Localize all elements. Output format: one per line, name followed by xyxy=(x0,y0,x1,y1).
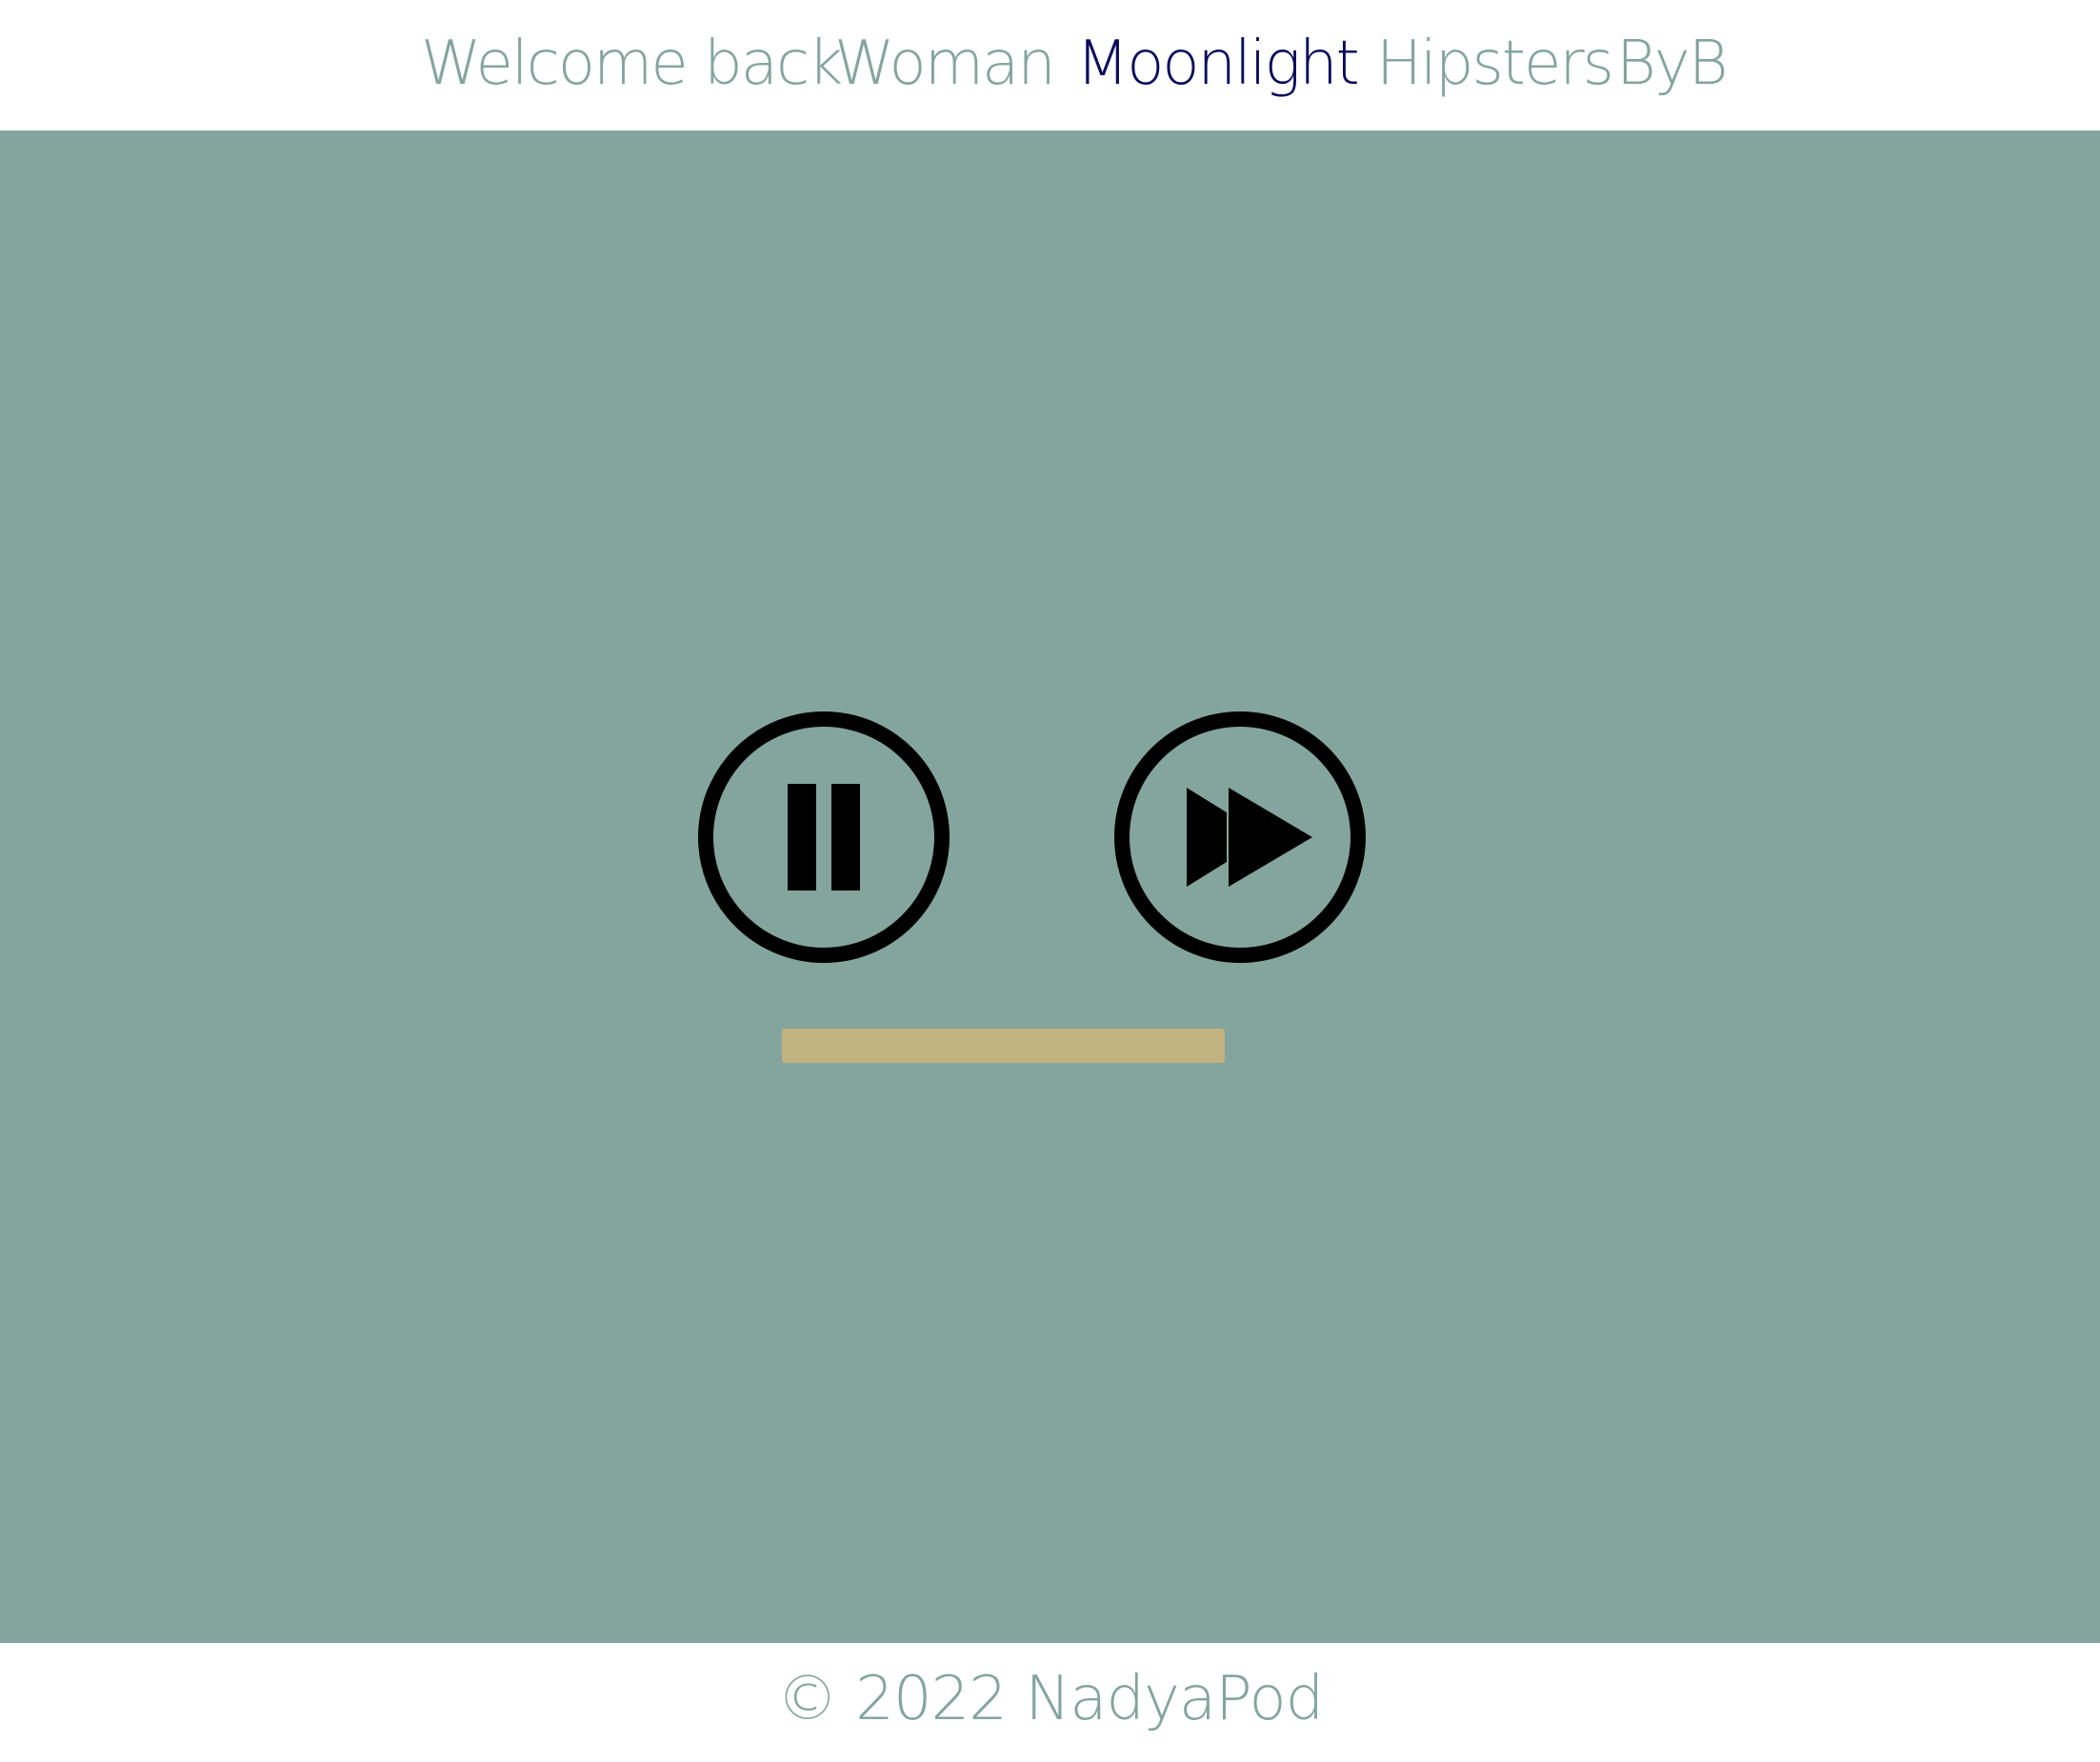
footer: © 2022 NadyaPod xyxy=(0,1643,2100,1762)
fast-forward-icon xyxy=(1114,711,1366,963)
copyright-text: © 2022 NadyaPod xyxy=(776,1664,1324,1734)
nav-item-hipsters[interactable]: Hipsters xyxy=(1376,21,1614,107)
nav-item-byb[interactable]: ByB xyxy=(1616,21,1729,107)
pause-icon xyxy=(698,711,950,963)
nav-item-moonlight[interactable]: Moonlight xyxy=(1076,21,1360,107)
pause-button[interactable] xyxy=(698,711,950,963)
progress-bar[interactable] xyxy=(782,1029,1225,1063)
nav-item-woman[interactable]: Woman xyxy=(834,21,1056,107)
progress-bar-fill xyxy=(782,1029,1225,1063)
nav-item-welcome-back[interactable]: Welcome back xyxy=(421,21,843,107)
fast-forward-button[interactable] xyxy=(1114,711,1366,963)
top-navigation: Welcome back Woman Moonlight Hipsters By… xyxy=(0,0,2100,130)
player-stage xyxy=(0,130,2100,1643)
